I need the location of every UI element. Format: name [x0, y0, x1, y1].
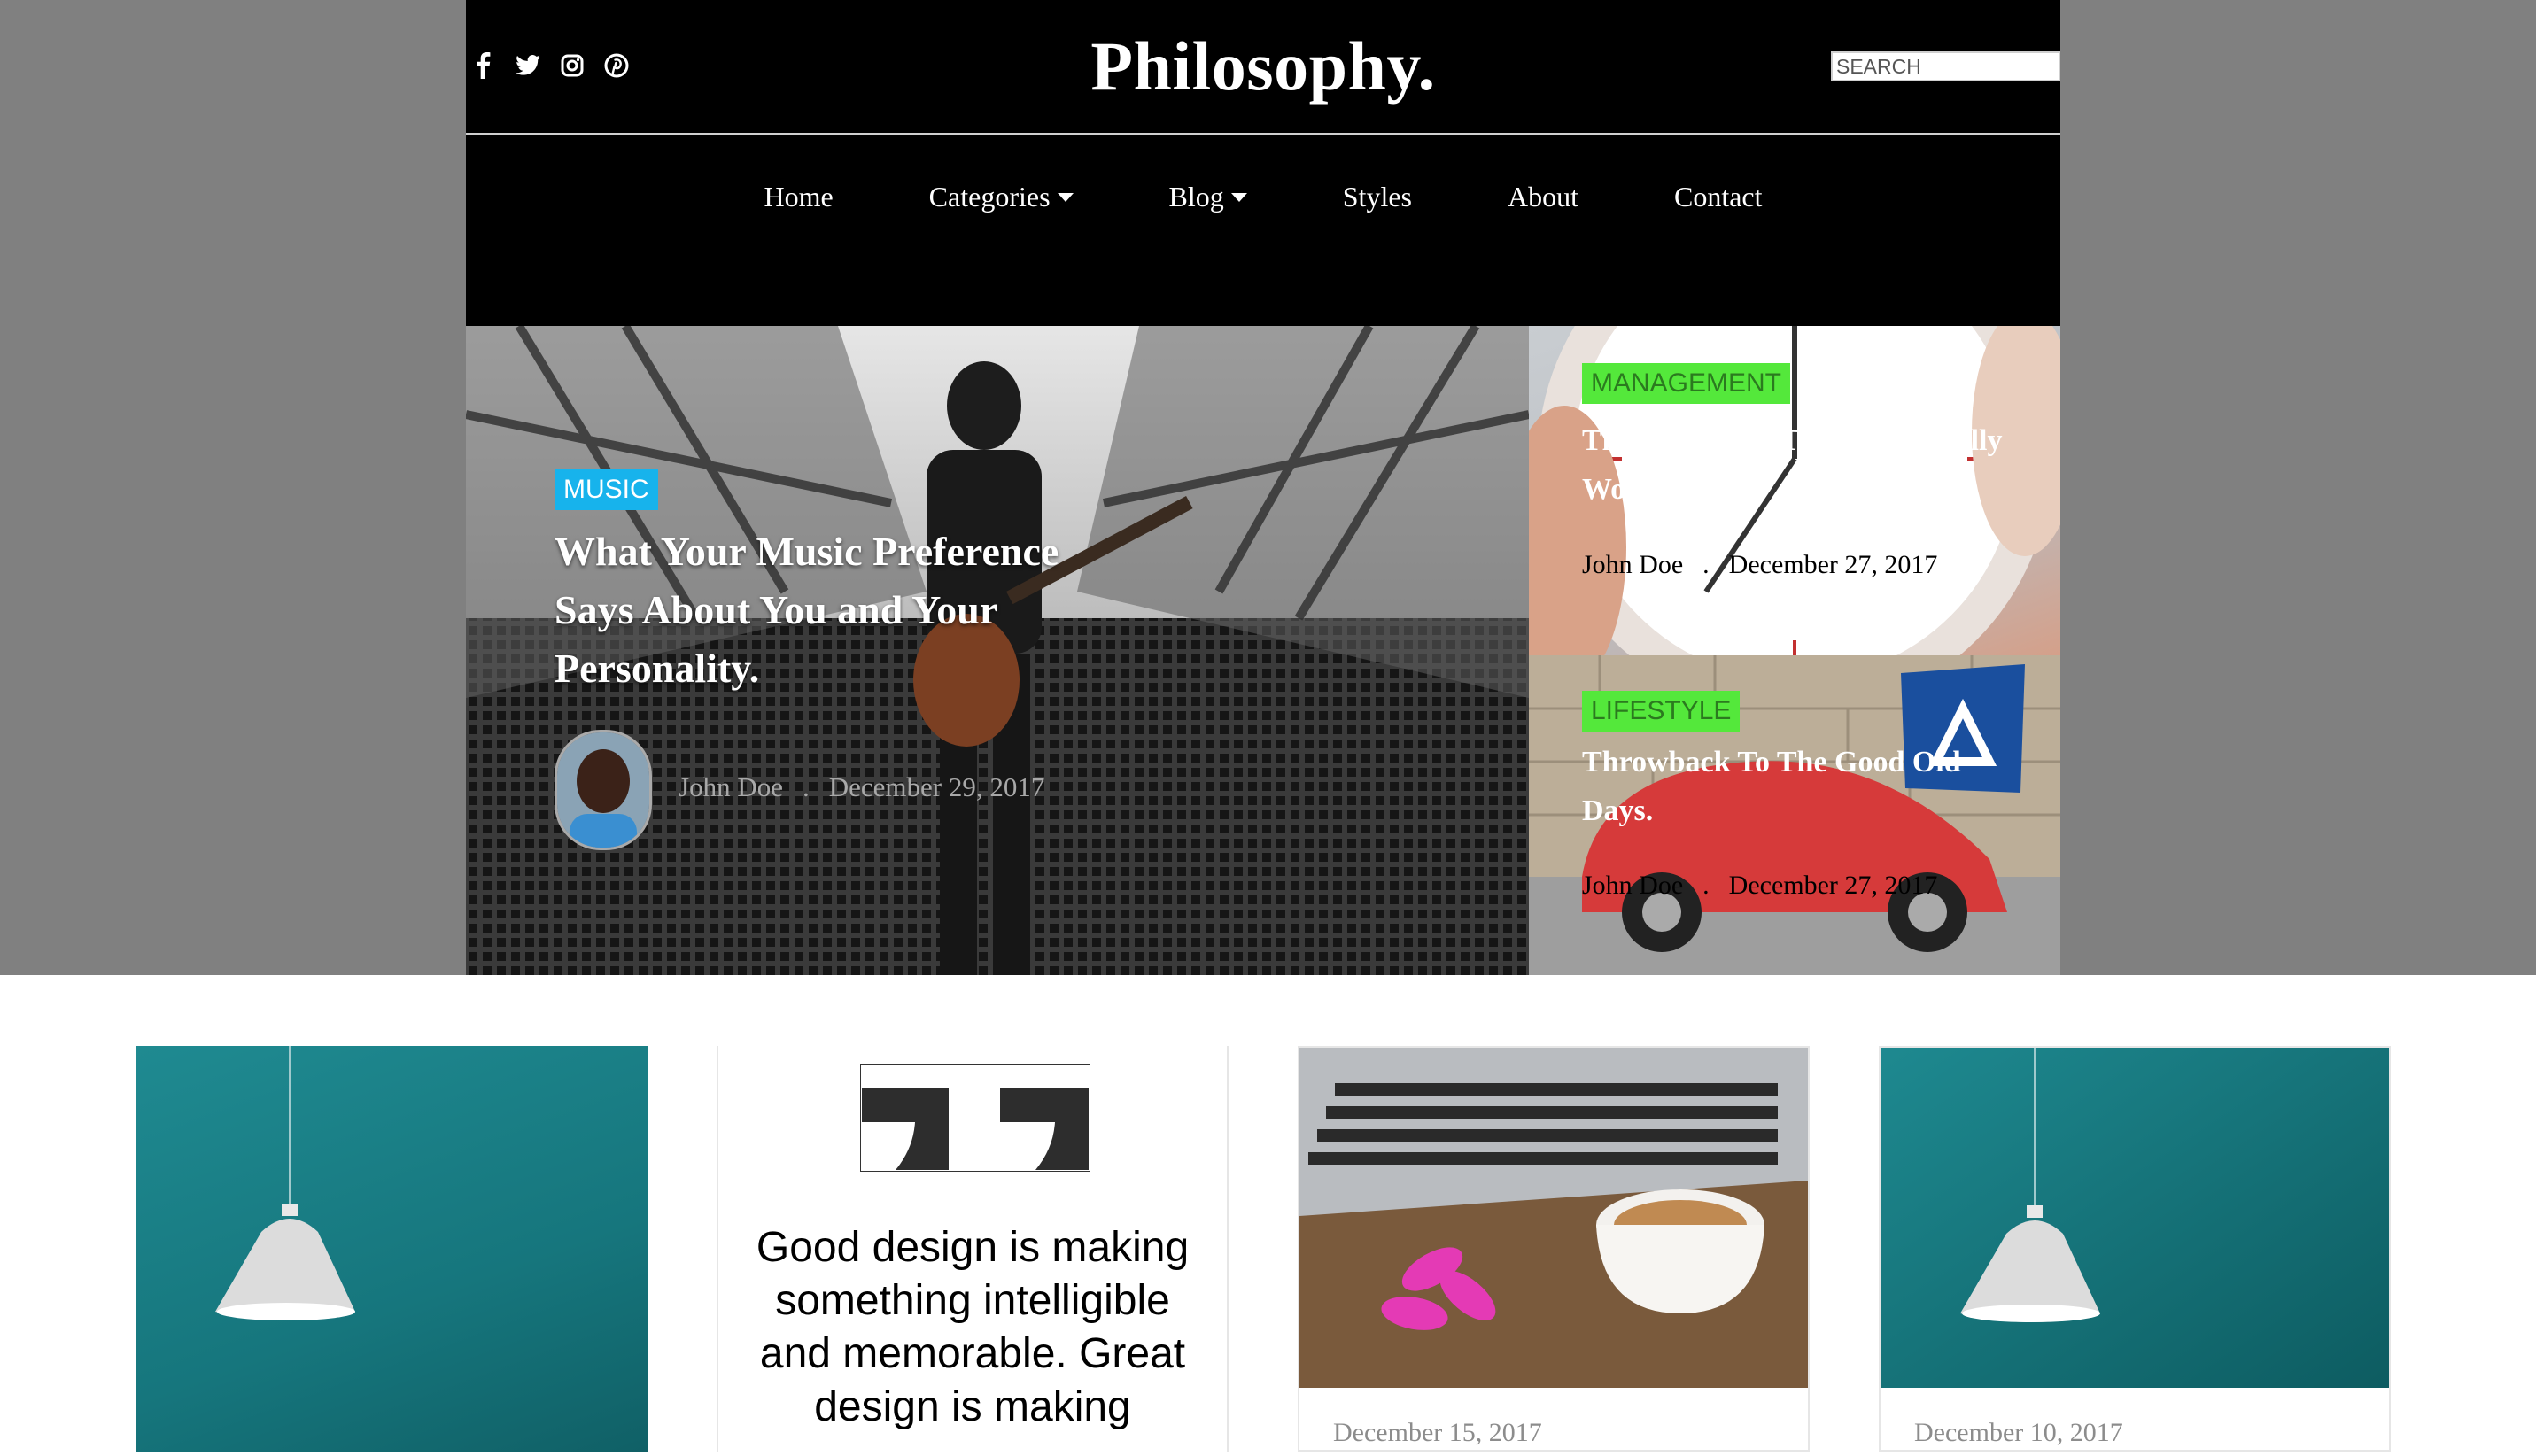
site-title[interactable]: Philosophy. [466, 27, 2060, 106]
post-tile[interactable]: December 15, 2017 [1298, 1046, 1810, 1452]
post-author[interactable]: John Doe [1582, 550, 1683, 579]
post-date: December 27, 2017 [1728, 550, 1938, 579]
nav-item-blog[interactable]: Blog [1169, 181, 1247, 213]
nav-item-label: Blog [1168, 181, 1224, 213]
site-header: Philosophy. Home Categories Blog Styles … [466, 0, 2060, 326]
quote-tile[interactable]: Good design is making something intellig… [717, 1046, 1229, 1452]
post-tile[interactable]: December 10, 2017 [1879, 1046, 2391, 1452]
nav-item-label: About [1507, 181, 1578, 213]
category-tag-music[interactable]: MUSIC [555, 469, 658, 510]
quote-text: Good design is making something intellig… [756, 1224, 1190, 1430]
category-tag-management[interactable]: MANAGEMENT [1582, 363, 1791, 404]
featured-post-title[interactable]: What Your Music Preference Says About Yo… [555, 523, 1139, 698]
post-photo-lamp [1881, 1048, 2389, 1388]
side-post-card[interactable]: LIFESTYLE Throwback To The Good Old Days… [1529, 655, 2060, 975]
post-date: December 27, 2017 [1728, 871, 1938, 900]
side-post-meta: John Doe. December 27, 2017 [1582, 871, 1938, 900]
caret-down-icon [1230, 192, 1247, 202]
post-date: December 15, 2017 [1333, 1418, 1542, 1447]
nav-item-styles[interactable]: Styles [1343, 181, 1412, 213]
post-date: December 29, 2017 [828, 771, 1045, 802]
featured-post-hero[interactable]: MUSIC What Your Music Preference Says Ab… [466, 326, 1529, 975]
main-nav: Home Categories Blog Styles About Contac… [466, 181, 2060, 213]
nav-item-label: Categories [928, 181, 1051, 213]
post-author[interactable]: John Doe [679, 771, 783, 802]
category-tag-lifestyle[interactable]: LIFESTYLE [1582, 691, 1741, 732]
side-post-card[interactable]: MANAGEMENT The Pomodoro Technique Really… [1529, 326, 2060, 655]
nav-item-label: Home [764, 181, 834, 213]
post-photo-coffee [1299, 1048, 1808, 1388]
header-divider [466, 133, 2060, 135]
search-input[interactable] [1831, 51, 2060, 81]
side-post-title[interactable]: Throwback To The Good Old Days. [1582, 738, 2025, 835]
post-photo-lamp [215, 1046, 355, 1320]
featured-post-meta: John Doe. December 29, 2017 [679, 771, 1045, 802]
side-post-title[interactable]: The Pomodoro Technique Really Works. [1582, 416, 2025, 514]
post-date: December 10, 2017 [1914, 1418, 2123, 1447]
nav-item-contact[interactable]: Contact [1674, 181, 1763, 213]
nav-item-categories[interactable]: Categories [929, 181, 1074, 213]
nav-item-label: Styles [1342, 181, 1412, 213]
quote-mark-icon [860, 1064, 1090, 1172]
nav-item-about[interactable]: About [1508, 181, 1578, 213]
post-tile[interactable] [136, 1046, 648, 1452]
post-author[interactable]: John Doe [1582, 871, 1683, 900]
author-avatar[interactable] [555, 730, 652, 850]
side-post-meta: John Doe. December 27, 2017 [1582, 550, 1938, 579]
caret-down-icon [1057, 192, 1074, 202]
nav-item-home[interactable]: Home [764, 181, 833, 213]
nav-item-label: Contact [1673, 181, 1763, 213]
